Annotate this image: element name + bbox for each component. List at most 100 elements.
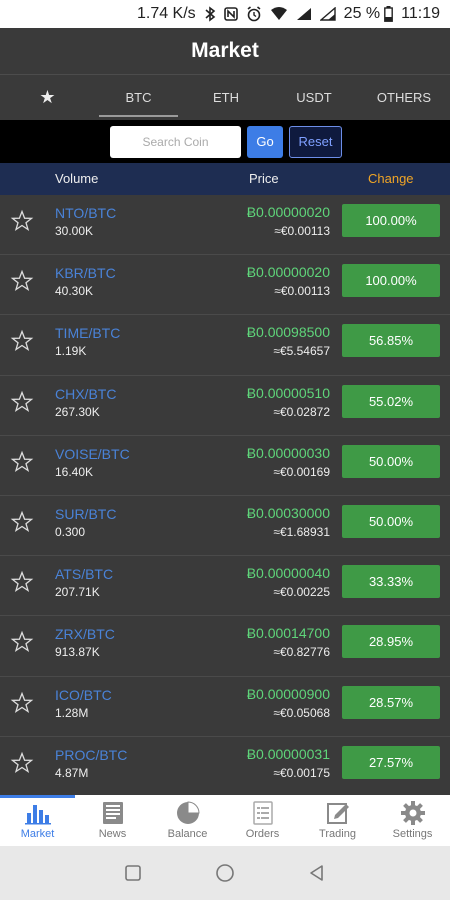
volume-value: 267.30K xyxy=(55,404,100,419)
market-row[interactable]: TIME/BTC 1.19K Ƀ0.00098500 ≈€5.54657 56.… xyxy=(0,315,450,376)
change-badge: 28.95% xyxy=(342,625,440,659)
nav-trading[interactable]: Trading xyxy=(300,795,375,846)
volume-value: 207.71K xyxy=(55,585,100,600)
price-value: Ƀ0.00000900 xyxy=(246,685,330,702)
search-bar: Go Reset xyxy=(0,120,450,163)
recents-button[interactable] xyxy=(87,864,179,882)
nav-market[interactable]: Market xyxy=(0,795,75,846)
market-row[interactable]: SUR/BTC 0.300 Ƀ0.00030000 ≈€1.68931 50.0… xyxy=(0,496,450,557)
search-input[interactable] xyxy=(110,125,241,158)
page-title: Market xyxy=(191,39,259,62)
column-volume[interactable]: Volume xyxy=(55,171,98,186)
newspaper-icon xyxy=(99,801,127,825)
price-value: Ƀ0.00000020 xyxy=(246,204,330,220)
market-row[interactable]: KBR/BTC 40.30K Ƀ0.00000020 ≈€0.00113 100… xyxy=(0,255,450,316)
tab-label: OTHERS xyxy=(376,90,432,105)
volume-value: 1.19K xyxy=(55,344,87,359)
change-badge: 28.57% xyxy=(342,685,440,719)
tab-others[interactable]: OTHERS xyxy=(358,75,450,120)
system-nav-bar xyxy=(0,846,450,900)
favorite-star-icon[interactable] xyxy=(10,329,34,353)
market-row[interactable]: NTO/BTC 30.00K Ƀ0.00000020 ≈€0.00113 100… xyxy=(0,195,450,256)
market-row[interactable]: ZRX/BTC 913.87K Ƀ0.00014700 ≈€0.82776 28… xyxy=(0,616,450,677)
favorite-star-icon[interactable] xyxy=(10,570,34,594)
home-button[interactable] xyxy=(179,863,271,883)
star-icon: ★ xyxy=(39,87,56,107)
price-value: Ƀ0.00098500 xyxy=(246,324,330,341)
price-value: Ƀ0.00000020 xyxy=(246,264,330,281)
favorite-star-icon[interactable] xyxy=(10,691,34,715)
nfc-icon xyxy=(223,7,238,21)
favorite-star-icon[interactable] xyxy=(10,510,34,534)
price-value: Ƀ0.00000031 xyxy=(246,745,330,762)
price-value: Ƀ0.00000510 xyxy=(246,384,330,401)
nav-news[interactable]: News xyxy=(75,795,150,846)
fiat-value: ≈€5.54657 xyxy=(273,344,330,359)
pair-name: CHX/BTC xyxy=(55,385,117,402)
market-row[interactable]: ICO/BTC 1.28M Ƀ0.00000900 ≈€0.05068 28.5… xyxy=(0,677,450,737)
market-tabs: ★ BTC ETH USDT OTHERS xyxy=(0,74,450,120)
volume-value: 40.30K xyxy=(55,284,94,299)
gear-icon xyxy=(399,801,427,825)
pair-name: KBR/BTC xyxy=(55,265,116,282)
volume-value: 4.87M xyxy=(55,765,89,780)
signal-icon-2 xyxy=(319,7,336,21)
column-price[interactable]: Price xyxy=(249,171,279,186)
tab-favorites[interactable]: ★ xyxy=(0,75,95,120)
volume-value: 913.87K xyxy=(55,645,100,660)
change-badge: 100.00% xyxy=(342,264,440,298)
tab-usdt[interactable]: USDT xyxy=(270,75,358,120)
favorite-star-icon[interactable] xyxy=(10,209,34,233)
tab-btc[interactable]: BTC xyxy=(95,75,182,120)
back-button[interactable] xyxy=(271,864,363,882)
favorite-star-icon[interactable] xyxy=(10,630,34,654)
battery-icon xyxy=(384,6,394,22)
pie-chart-icon xyxy=(174,801,202,825)
change-badge: 100.00% xyxy=(342,204,440,237)
clock: 11:19 xyxy=(401,5,440,22)
tab-label: ETH xyxy=(213,90,239,105)
app-header: Market xyxy=(0,28,450,74)
favorite-star-icon[interactable] xyxy=(10,450,34,474)
market-row[interactable]: CHX/BTC 267.30K Ƀ0.00000510 ≈€0.02872 55… xyxy=(0,376,450,436)
bluetooth-icon xyxy=(204,6,216,22)
price-value: Ƀ0.00000040 xyxy=(246,565,330,582)
nav-balance[interactable]: Balance xyxy=(150,795,225,846)
battery-percent: 25 % xyxy=(343,5,381,22)
change-badge: 50.00% xyxy=(342,504,440,538)
nav-label: Market xyxy=(20,828,55,840)
market-row[interactable]: ATS/BTC 207.71K Ƀ0.00000040 ≈€0.00225 33… xyxy=(0,556,450,617)
reset-button[interactable]: Reset xyxy=(289,125,342,158)
pair-name: ICO/BTC xyxy=(55,686,112,703)
volume-value: 0.300 xyxy=(55,524,86,539)
column-change[interactable]: Change xyxy=(368,171,414,186)
tab-eth[interactable]: ETH xyxy=(182,75,270,120)
nav-label: News xyxy=(98,828,127,840)
nav-orders[interactable]: Orders xyxy=(225,795,300,846)
edit-icon xyxy=(324,801,352,825)
price-value: Ƀ0.00000030 xyxy=(246,444,330,461)
favorite-star-icon[interactable] xyxy=(10,751,34,775)
bottom-nav: Market News Balance Orders Trading Setti… xyxy=(0,795,450,846)
tab-label: USDT xyxy=(296,90,332,105)
signal-icon xyxy=(296,7,312,21)
favorite-star-icon[interactable] xyxy=(10,269,34,293)
favorite-star-icon[interactable] xyxy=(10,390,34,414)
fiat-value: ≈€0.00169 xyxy=(273,464,330,479)
market-row[interactable]: VOISE/BTC 16.40K Ƀ0.00000030 ≈€0.00169 5… xyxy=(0,436,450,496)
network-speed: 1.74 K/s xyxy=(136,5,196,22)
fiat-value: ≈€0.82776 xyxy=(273,645,330,660)
price-value: Ƀ0.00030000 xyxy=(246,504,330,521)
bar-chart-icon xyxy=(24,801,52,825)
pair-name: SUR/BTC xyxy=(55,505,117,522)
pair-name: PROC/BTC xyxy=(55,746,128,763)
list-icon xyxy=(249,801,277,825)
pair-name: NTO/BTC xyxy=(55,205,117,221)
nav-label: Trading xyxy=(319,828,356,840)
go-button[interactable]: Go xyxy=(247,125,283,158)
volume-value: 1.28M xyxy=(55,705,89,720)
nav-label: Settings xyxy=(392,828,433,840)
nav-settings[interactable]: Settings xyxy=(375,795,450,846)
change-badge: 56.85% xyxy=(342,324,440,358)
market-row[interactable]: PROC/BTC 4.87M Ƀ0.00000031 ≈€0.00175 27.… xyxy=(0,737,450,797)
